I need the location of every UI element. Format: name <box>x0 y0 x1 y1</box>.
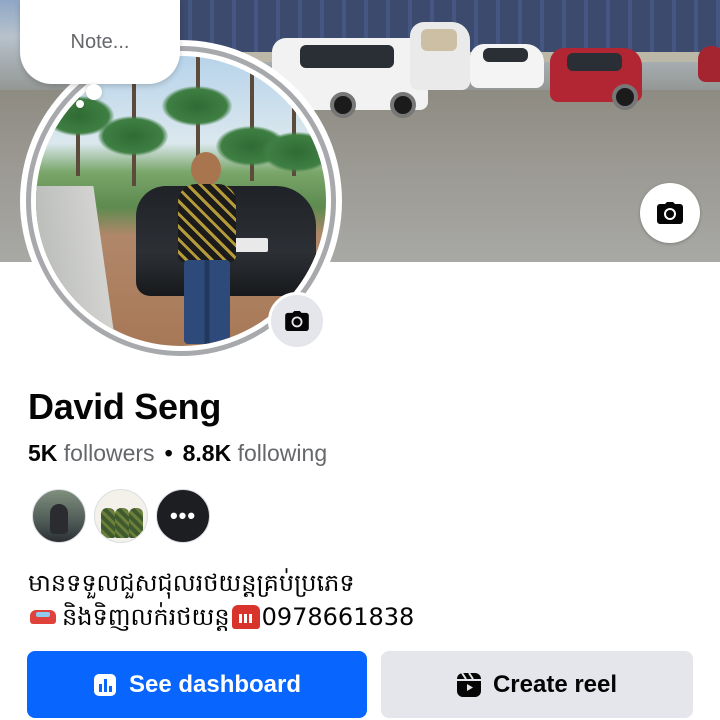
bar-chart-icon <box>93 673 117 697</box>
friend-avatar[interactable] <box>94 489 148 543</box>
telephone-emoji-icon <box>231 605 260 629</box>
car-emoji-icon <box>28 606 58 628</box>
stats-separator: • <box>164 440 173 466</box>
note-tail <box>86 84 102 100</box>
see-dashboard-label: See dashboard <box>128 670 302 698</box>
profile-bio: មានទទួលជួសជុលរថយន្តគ្រប់ប្រភេទ និងទិញលក់… <box>28 566 708 634</box>
cover-car-white-2 <box>470 44 544 88</box>
edit-profile-picture-button[interactable] <box>268 292 326 350</box>
following-link[interactable]: 8.8K following <box>183 440 327 466</box>
profile-name: David Seng <box>28 386 222 427</box>
follow-stats: 5K followers • 8.8K following <box>28 440 327 467</box>
note-placeholder: Note... <box>70 30 130 53</box>
more-friends-button[interactable]: ••• <box>156 489 210 543</box>
followers-link[interactable]: 5K followers <box>28 440 155 466</box>
following-label: following <box>237 440 328 466</box>
followers-label: followers <box>63 440 155 466</box>
bio-line-2: និងទិញលក់រថយន្ត 0978661838 <box>28 600 708 634</box>
following-count: 8.8K <box>182 440 232 466</box>
camera-icon <box>285 311 309 331</box>
see-dashboard-button[interactable]: See dashboard <box>27 651 367 718</box>
create-reel-button[interactable]: Create reel <box>381 651 693 718</box>
friend-avatars: ••• <box>32 489 210 543</box>
cover-car-open <box>410 22 470 90</box>
reel-icon <box>456 672 481 697</box>
camera-icon <box>657 202 683 224</box>
bio-phone: 0978661838 <box>261 603 415 631</box>
cover-car-red <box>550 48 642 110</box>
followers-count: 5K <box>28 440 58 466</box>
bio-text: និងទិញលក់រថយន្ត <box>62 603 230 631</box>
edit-cover-photo-button[interactable] <box>640 183 700 243</box>
note-tail <box>76 100 84 108</box>
friend-avatar[interactable] <box>32 489 86 543</box>
more-icon: ••• <box>169 503 197 528</box>
bio-line-1: មានទទួលជួសជុលរថយន្តគ្រប់ប្រភេទ <box>28 569 355 597</box>
create-reel-label: Create reel <box>492 670 618 698</box>
note-bubble[interactable]: Note... <box>20 0 180 84</box>
